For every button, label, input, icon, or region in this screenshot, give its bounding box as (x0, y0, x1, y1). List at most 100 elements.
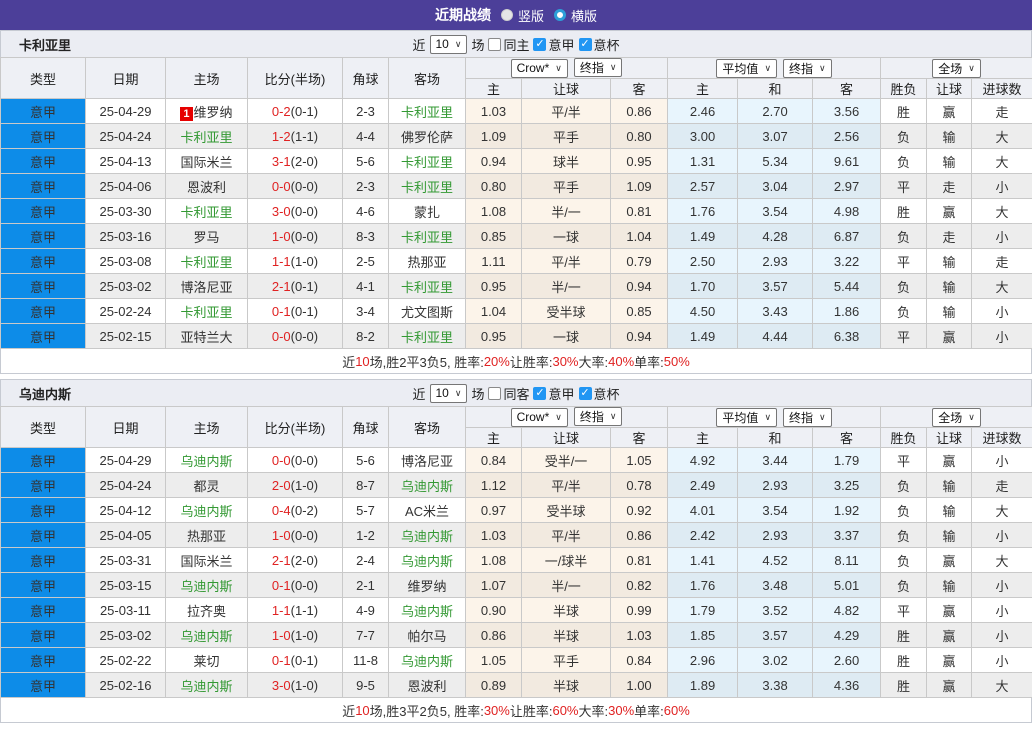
away-team-cell: 乌迪内斯 (388, 472, 466, 498)
result-goals-cell: 走 (971, 472, 1032, 498)
league-option[interactable]: ✓ 意甲 (533, 35, 575, 54)
odds-away-cell: 0.84 (609, 647, 669, 673)
home-team-link[interactable]: 乌迪内斯 (180, 504, 232, 519)
league-type-cell: 意甲 (0, 148, 86, 174)
odds-away-cell: 0.86 (609, 98, 669, 124)
same-venue-checkbox[interactable] (488, 37, 502, 51)
home-team-link[interactable]: 卡利亚里 (180, 255, 232, 270)
home-team-link: 亚特兰大 (180, 329, 233, 345)
result-handicap-cell: 输 (926, 572, 973, 598)
sub-column-header: 进球数 (971, 427, 1032, 448)
layout-option-horizontal[interactable]: 横版 (554, 6, 597, 25)
avg-draw-cell: 4.28 (737, 223, 814, 249)
away-team-link[interactable]: 乌迪内斯 (401, 529, 453, 544)
radio-unselected-icon (554, 9, 566, 21)
away-team-link[interactable]: 乌迪内斯 (401, 479, 453, 494)
stat-label: 场,胜2平3负5, 胜率: (369, 354, 484, 370)
home-team-link[interactable]: 乌迪内斯 (180, 679, 232, 694)
halftime-score: (0-0) (290, 452, 319, 468)
avg-home-cell: 1.31 (667, 148, 739, 174)
result-handicap-cell: 赢 (926, 547, 973, 573)
away-team-link[interactable]: 卡利亚里 (401, 155, 453, 170)
avg-home-cell: 4.92 (667, 447, 739, 473)
away-team-link[interactable]: 卡利亚里 (401, 180, 453, 195)
away-team-link[interactable]: 卡利亚里 (401, 105, 453, 120)
result-goals-cell: 大 (971, 198, 1032, 224)
result-wdl-cell: 负 (880, 223, 928, 249)
result-handicap-cell: 赢 (926, 597, 973, 623)
away-team-cell: 卡利亚里 (388, 323, 466, 349)
corner-cell: 2-1 (342, 572, 389, 598)
away-team-link[interactable]: 乌迪内斯 (401, 654, 453, 669)
odds-home-cell: 1.03 (465, 98, 522, 124)
avg-draw-cell: 3.44 (737, 447, 814, 473)
corner-cell: 1-2 (342, 522, 389, 548)
home-team-link[interactable]: 乌迪内斯 (180, 629, 232, 644)
same-venue-option[interactable]: 同主 (488, 35, 529, 54)
avg-home-cell: 1.89 (667, 672, 739, 698)
result-goals-cell: 走 (971, 98, 1032, 124)
home-team-link: 维罗纳 (193, 104, 233, 120)
cup-option[interactable]: ✓ 意杯 (578, 35, 620, 54)
home-team-link[interactable]: 卡利亚里 (180, 130, 232, 145)
stat-label: 大率: (578, 703, 609, 719)
avg-away-cell: 4.98 (812, 198, 882, 224)
match-row: 意甲 25-03-11 拉齐奥 1-1(1-1) 4-9 乌迪内斯 0.90 半球 0.99 1.… (0, 597, 1032, 623)
recent-count-select[interactable]: 10 ∨ (429, 383, 468, 403)
odds-company-select[interactable]: Crow* ∨ (510, 58, 568, 78)
away-team-link[interactable]: 乌迪内斯 (401, 554, 453, 569)
date-cell: 25-03-02 (85, 273, 166, 299)
home-team-link[interactable]: 乌迪内斯 (180, 579, 232, 594)
home-team-link[interactable]: 卡利亚里 (180, 205, 232, 220)
avg-final-select[interactable]: 终指 ∨ (783, 407, 832, 427)
score-cell: 1-1(1-1) (247, 597, 343, 623)
league-type-cell: 意甲 (0, 472, 86, 498)
scope-select[interactable]: 全场 ∨ (932, 407, 981, 427)
away-team-link[interactable]: 卡利亚里 (401, 230, 453, 245)
cup-checkbox[interactable]: ✓ (578, 386, 592, 400)
avg-away-cell: 3.22 (812, 248, 882, 274)
same-venue-checkbox[interactable] (488, 386, 502, 400)
league-checkbox[interactable]: ✓ (533, 37, 547, 51)
avg-final-select[interactable]: 终指 ∨ (783, 58, 832, 78)
home-team-cell: 乌迪内斯 (165, 622, 248, 648)
odds-company-select[interactable]: Crow* ∨ (510, 407, 568, 427)
avg-home-cell: 2.42 (667, 522, 739, 548)
handicap-cell: 平/半 (521, 522, 611, 548)
match-row: 意甲 25-02-16 乌迪内斯 3-0(1-0) 9-5 恩波利 0.89 半球 1.00 1.… (0, 672, 1032, 698)
recent-count-select[interactable]: 10 ∨ (429, 34, 468, 54)
away-team-link: 蒙扎 (413, 204, 440, 220)
result-handicap-cell: 输 (926, 472, 973, 498)
odds-final-select[interactable]: 终指 ∨ (573, 407, 623, 427)
scope-select-value: 全场 (938, 410, 963, 425)
cup-option[interactable]: ✓ 意杯 (578, 384, 620, 403)
stat-value: 20% (483, 353, 510, 369)
scope-select[interactable]: 全场 ∨ (932, 58, 981, 78)
home-team-link[interactable]: 卡利亚里 (180, 305, 232, 320)
away-team-link[interactable]: 乌迪内斯 (401, 604, 453, 619)
date-cell: 25-04-29 (85, 447, 166, 473)
odds-final-select[interactable]: 终指 ∨ (573, 58, 623, 78)
league-checkbox[interactable]: ✓ (533, 386, 547, 400)
league-option[interactable]: ✓ 意甲 (533, 384, 575, 403)
handicap-cell: 受半球 (521, 497, 611, 523)
result-wdl-cell: 平 (880, 248, 928, 274)
halftime-score: (2-0) (290, 153, 319, 169)
handicap-cell: 球半 (521, 148, 611, 174)
away-team-link[interactable]: 卡利亚里 (401, 330, 453, 345)
avg-select[interactable]: 平均值 ∨ (716, 58, 778, 78)
sub-column-header: 主 (465, 427, 522, 448)
corner-cell: 2-4 (342, 547, 389, 573)
home-team-cell: 1 维罗纳 (165, 98, 248, 124)
halftime-score: (0-0) (290, 203, 319, 219)
handicap-cell: 半球 (521, 622, 611, 648)
avg-select[interactable]: 平均值 ∨ (716, 407, 778, 427)
layout-option-vertical[interactable]: 竖版 (500, 6, 544, 25)
match-row: 意甲 25-04-29 乌迪内斯 0-0(0-0) 5-6 博洛尼亚 0.84 受半/一 1.0… (0, 447, 1032, 473)
cup-checkbox[interactable]: ✓ (578, 37, 592, 51)
away-team-link[interactable]: 卡利亚里 (401, 280, 453, 295)
home-team-link[interactable]: 乌迪内斯 (180, 454, 232, 469)
same-venue-option[interactable]: 同客 (488, 384, 529, 403)
match-row: 意甲 25-02-24 卡利亚里 0-1(0-1) 3-4 尤文图斯 1.04 受半球 0.85… (0, 298, 1032, 324)
result-wdl-cell: 平 (880, 173, 928, 199)
